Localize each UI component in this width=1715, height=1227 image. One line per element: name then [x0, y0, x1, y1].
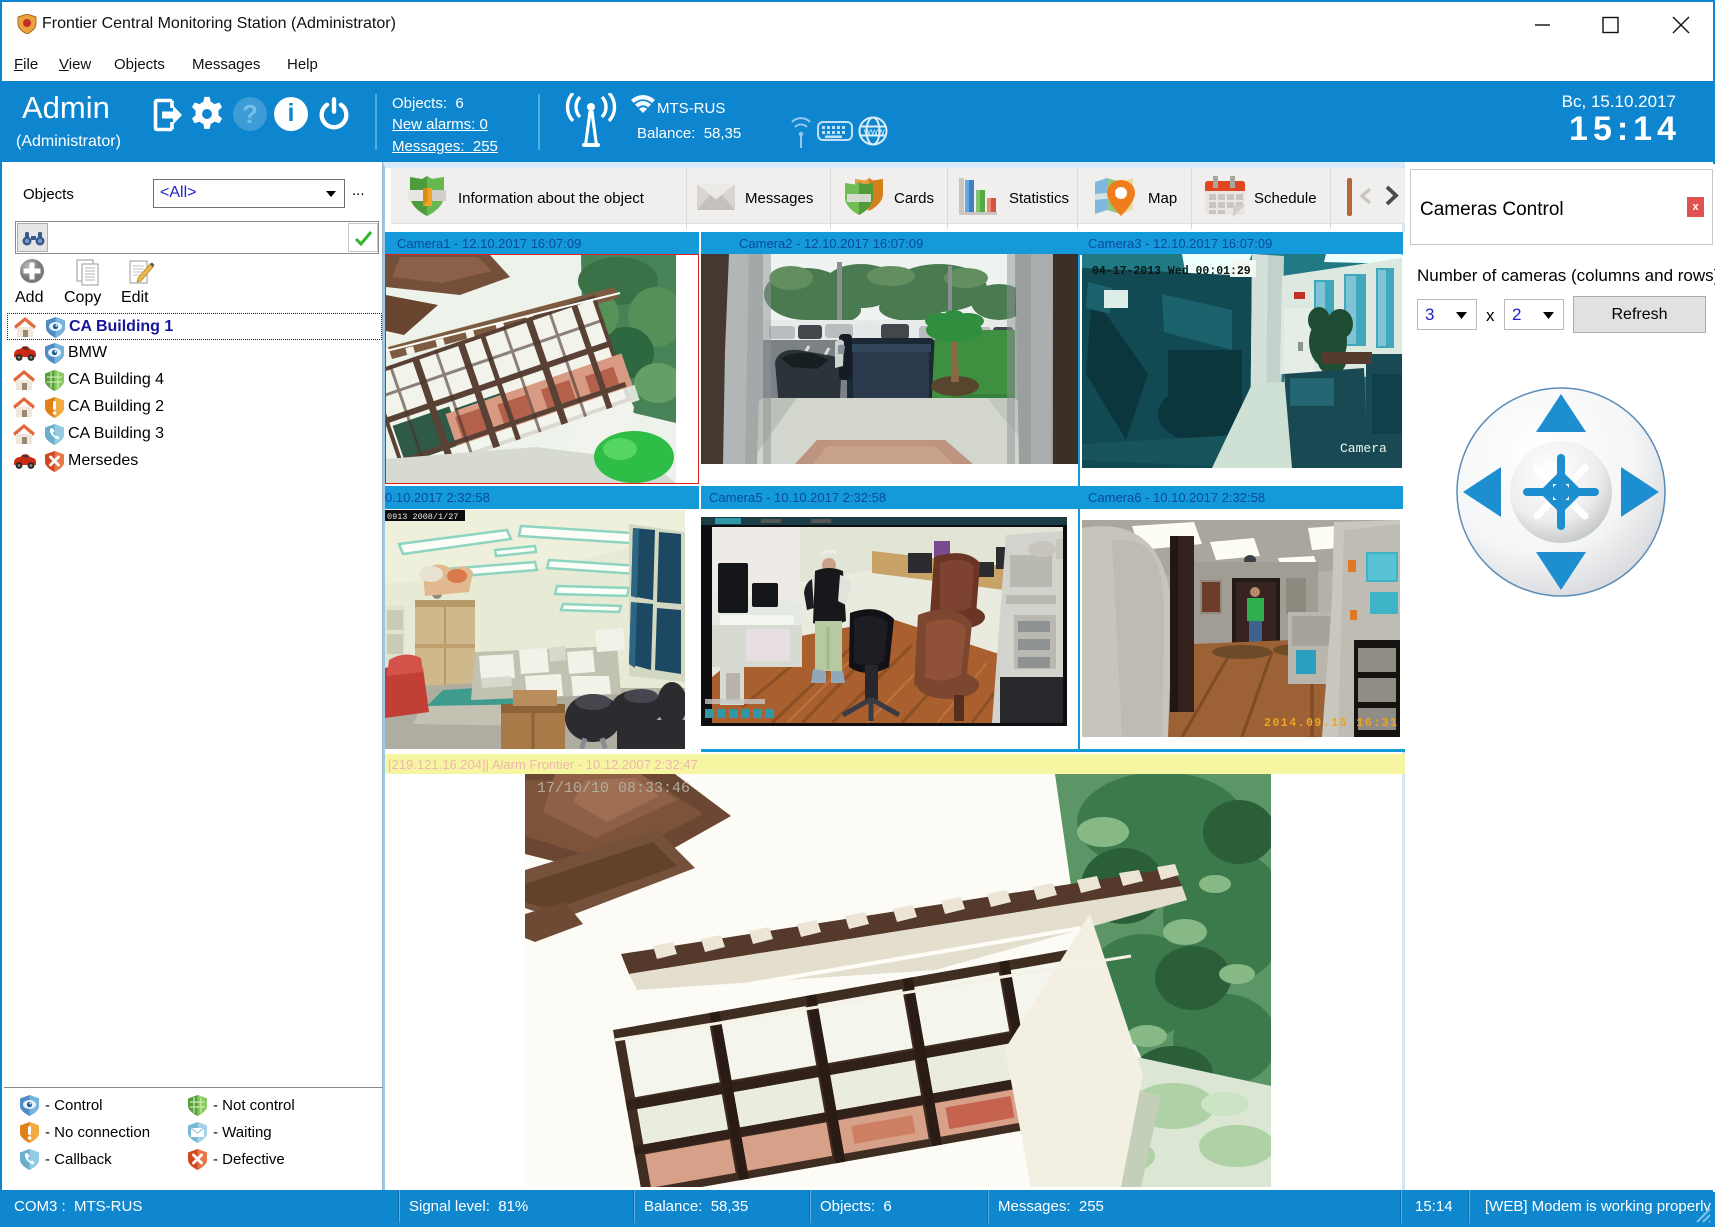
- svg-text::29: :29: [1230, 265, 1251, 278]
- svg-text:0913 2008/1/27: 0913 2008/1/27: [387, 512, 458, 522]
- svg-text:www: www: [863, 127, 885, 138]
- svg-text:04-17-2013 Wed 00:01: 04-17-2013 Wed 00:01: [1092, 265, 1230, 278]
- svg-text:2014.09.15 16:31:5: 2014.09.15 16:31:5: [1264, 717, 1400, 730]
- svg-text:Camera: Camera: [1340, 441, 1387, 456]
- svg-text:17/10/10 08:33:46: 17/10/10 08:33:46: [537, 780, 690, 797]
